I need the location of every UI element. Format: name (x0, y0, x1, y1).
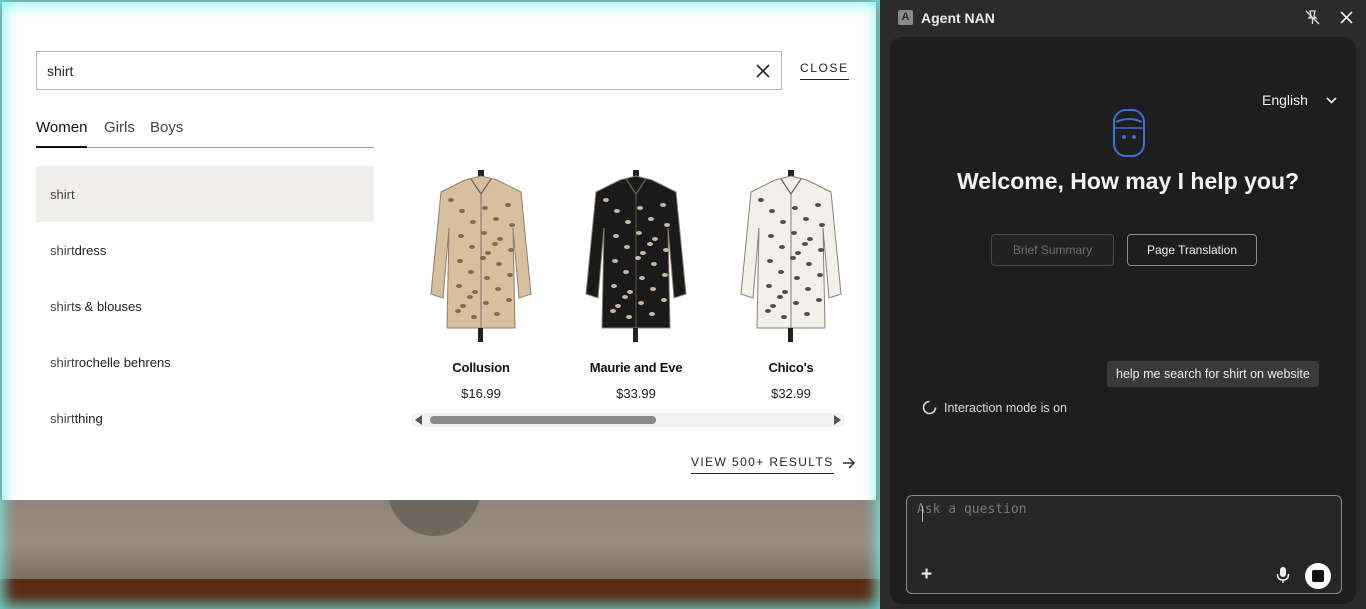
suggestion-suffix: thing (74, 410, 103, 426)
tab-girls[interactable]: Girls (104, 119, 135, 148)
product-image (585, 170, 687, 342)
agent-logo-icon: A (898, 10, 913, 25)
product-price: $33.99 (616, 386, 656, 401)
suggestion-item[interactable]: shirt s & blouses (36, 278, 374, 334)
suggestion-item[interactable]: shirt thing (36, 390, 374, 446)
unpin-icon[interactable] (1304, 9, 1321, 26)
product-brand: Chico's (768, 360, 814, 375)
category-tabs: Women Girls Boys (36, 116, 374, 148)
suggestion-list: shirt shirt dress shirt s & blouses shirt … (36, 166, 374, 446)
close-search-link[interactable]: CLOSE (800, 61, 849, 80)
search-overlay: CLOSE Women Girls Boys shirt shirtdress … (2, 2, 876, 500)
search-box (36, 51, 782, 90)
product-price: $16.99 (461, 386, 501, 401)
product-card[interactable]: Maurie and Eve $33.99 (561, 168, 711, 401)
microphone-icon[interactable] (1275, 566, 1291, 584)
welcome-heading: Welcome, How may I help you? (956, 168, 1300, 194)
suggestion-suffix: s & blouses (74, 298, 142, 314)
product-card[interactable]: Collusion $16.99 (406, 168, 556, 401)
product-card[interactable]: Chico's $32.99 (716, 168, 846, 401)
website-viewport: CLOSE Women Girls Boys shirt shirtdress … (0, 0, 880, 609)
suggestion-item[interactable]: shirt (36, 166, 374, 222)
background-strip (0, 579, 880, 609)
suggestion-prefix: shirt (50, 242, 75, 258)
product-brand: Maurie and Eve (589, 360, 683, 375)
product-image (740, 170, 842, 342)
suggestion-prefix: shirt (50, 298, 75, 314)
product-image (430, 170, 532, 342)
arrow-right-icon (842, 457, 855, 469)
chat-area: English Welcome, How may I help you? Bri… (890, 37, 1356, 604)
brief-summary-button[interactable]: Brief Summary (991, 234, 1114, 266)
scrollbar-thumb[interactable] (430, 416, 656, 424)
agent-panel: A Agent NAN English Welcome, How may I h… (880, 0, 1366, 609)
product-brand: Collusion (452, 360, 510, 375)
message-composer: + (906, 495, 1342, 594)
user-message: help me search for shirt on website (1107, 361, 1319, 387)
suggestion-item[interactable]: shirt dress (36, 222, 374, 278)
clear-search-icon[interactable] (753, 61, 773, 81)
text-cursor (922, 506, 923, 522)
scroll-left-icon[interactable] (415, 415, 422, 425)
status-text: Interaction mode is on (944, 400, 1067, 415)
agent-header: A Agent NAN (880, 0, 1366, 36)
suggestion-item[interactable]: shirt rochelle behrens (36, 334, 374, 390)
search-input[interactable] (47, 52, 727, 89)
suggestion-prefix: shirt (50, 354, 75, 370)
language-label: English (1262, 92, 1308, 108)
page-translation-button[interactable]: Page Translation (1127, 234, 1257, 266)
product-carousel: Collusion $16.99 Maurie and Eve $33.99 C… (406, 168, 846, 412)
status-indicator: Interaction mode is on (922, 400, 1067, 415)
view-all-results-link[interactable]: VIEW 500+ RESULTS (691, 455, 856, 474)
background-photo (0, 490, 880, 609)
suggestion-suffix: rochelle behrens (74, 354, 171, 370)
suggestion-prefix: shirt (50, 410, 75, 426)
scroll-right-icon[interactable] (834, 415, 841, 425)
tab-women[interactable]: Women (36, 119, 88, 148)
loading-spinner-icon (922, 400, 937, 415)
question-input[interactable] (917, 502, 1327, 552)
add-attachment-icon[interactable]: + (921, 565, 932, 584)
language-select[interactable]: English (1262, 92, 1337, 108)
robot-avatar-icon (1113, 109, 1145, 157)
carousel-scrollbar[interactable] (412, 413, 844, 427)
chevron-down-icon (1326, 96, 1337, 104)
agent-title: Agent NAN (921, 10, 995, 26)
suggestion-suffix: dress (74, 242, 107, 258)
close-icon[interactable] (1338, 9, 1355, 26)
view-all-label: VIEW 500+ RESULTS (691, 455, 834, 474)
suggestion-prefix: shirt (50, 186, 75, 202)
tab-boys[interactable]: Boys (150, 119, 183, 148)
stop-button[interactable] (1305, 563, 1331, 589)
product-price: $32.99 (771, 386, 811, 401)
